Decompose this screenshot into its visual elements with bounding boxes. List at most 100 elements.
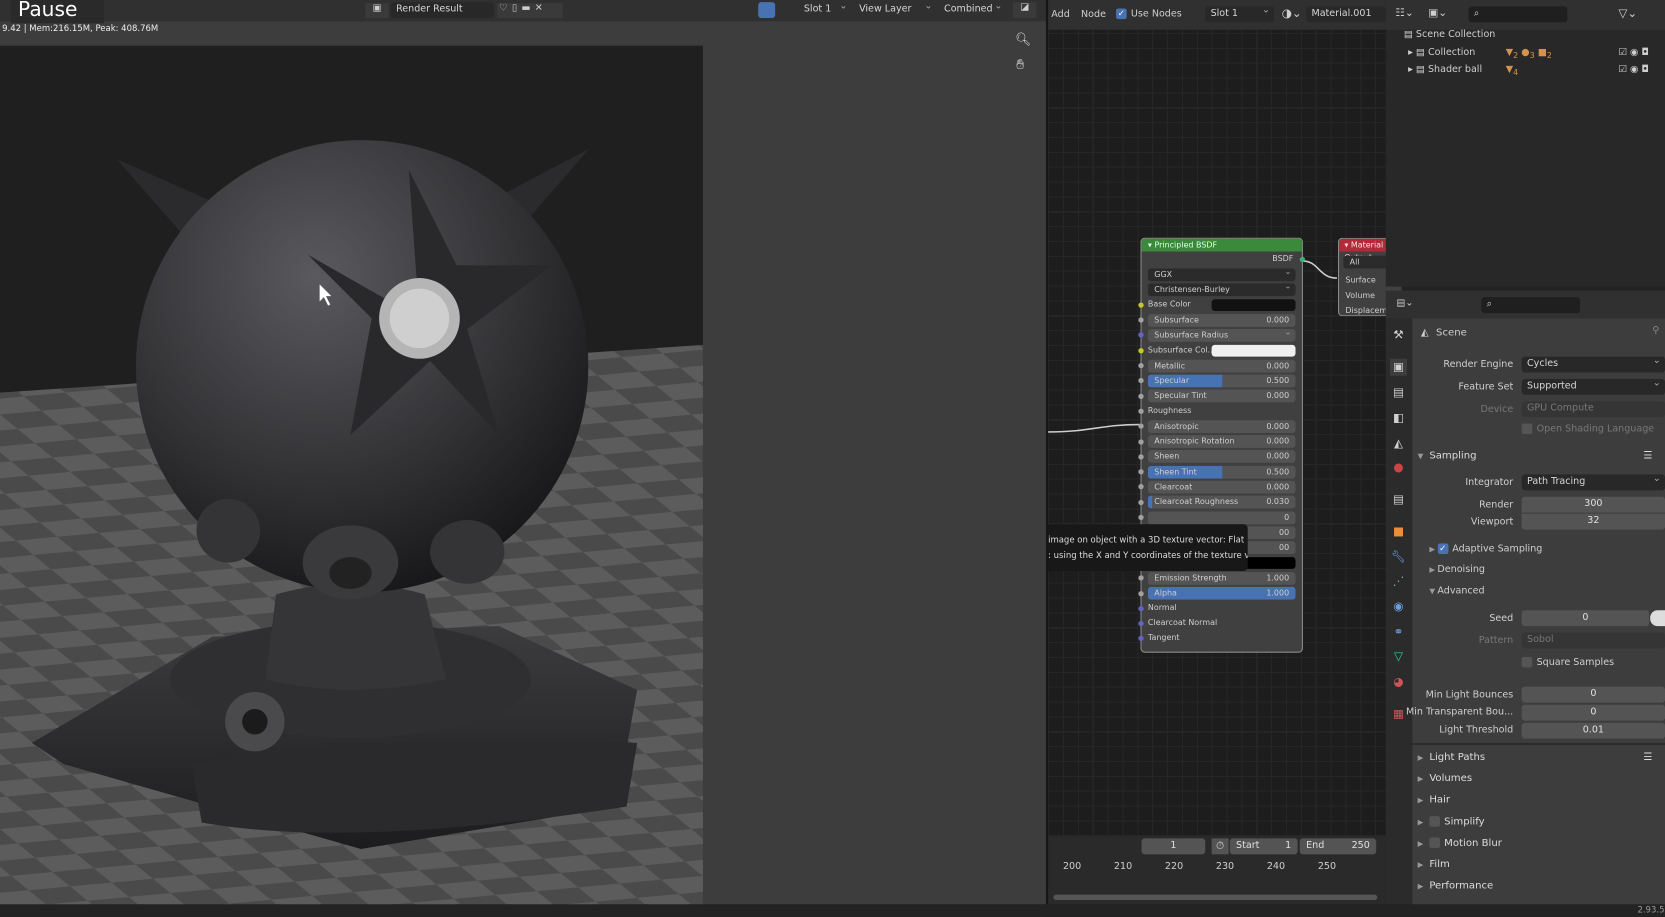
pin-icon[interactable]: ⚲	[1652, 326, 1659, 337]
node-input-row[interactable]: Sheen 0.000	[1138, 449, 1302, 464]
tool-tab-icon[interactable]: ⚒	[1390, 327, 1407, 344]
input-slider[interactable]: Specular Tint 0.000	[1147, 389, 1296, 403]
node-input-row[interactable]: Specular Tint 0.000	[1138, 388, 1302, 403]
input-slider[interactable]: Specular 0.500	[1147, 374, 1296, 388]
node-input-row[interactable]: Clearcoat 0.000	[1138, 479, 1302, 494]
input-slider[interactable]: Sheen 0.000	[1147, 450, 1296, 464]
input-socket[interactable]	[1138, 484, 1144, 490]
texture-tab-icon[interactable]: ▦	[1390, 706, 1407, 723]
subpanel-adaptive-sampling[interactable]: ▶ ✓ Adaptive Sampling	[1429, 543, 1542, 555]
zoom-icon[interactable]: 🔍︎	[1015, 32, 1031, 47]
menu-node[interactable]: Node	[1081, 10, 1106, 21]
animate-seed-icon[interactable]	[1650, 610, 1665, 627]
timeline-scrollbar[interactable]	[1053, 894, 1378, 900]
input-slider[interactable]: 0	[1147, 511, 1296, 524]
node-input-row[interactable]: Anisotropic Rotation 0.000	[1138, 434, 1302, 449]
image-actions[interactable]: ♡▯▬✕	[496, 3, 563, 19]
pan-hand-icon[interactable]: ✋︎	[1016, 57, 1024, 73]
node-slot-select[interactable]: Slot 1	[1205, 3, 1275, 23]
input-socket[interactable]	[1138, 347, 1144, 354]
physics-tab-icon[interactable]: ◉	[1390, 599, 1407, 616]
input-slider[interactable]: Anisotropic 0.000	[1147, 420, 1296, 433]
render-samples-field[interactable]: 300	[1521, 496, 1665, 513]
square-samples-checkbox[interactable]: Square Samples	[1521, 656, 1614, 668]
slot-select[interactable]: Slot 1	[798, 0, 852, 19]
input-slider[interactable]: Anisotropic Rotation 0.000	[1147, 435, 1296, 448]
pass-select[interactable]: Combined	[938, 0, 1007, 19]
input-slider[interactable]: Subsurface 0.000	[1147, 313, 1296, 327]
integrator-select[interactable]: Path Tracing	[1521, 471, 1665, 491]
feature-set-select[interactable]: Supported	[1521, 376, 1665, 395]
subpanel-advanced[interactable]: ▼ Advanced	[1429, 586, 1484, 597]
principled-bsdf-node[interactable]: ▾ Principled BSDF BSDF GGX Christensen-B…	[1138, 237, 1306, 653]
input-socket[interactable]	[1138, 514, 1144, 521]
world-tab-icon[interactable]: ●	[1390, 460, 1407, 477]
subpanel-denoising[interactable]: ▶ Denoising	[1429, 565, 1485, 576]
start-frame-field[interactable]: Start 1	[1229, 838, 1298, 855]
input-socket[interactable]	[1138, 605, 1144, 612]
subsurface-method-select[interactable]: Christensen-Burley	[1147, 283, 1296, 297]
properties-search[interactable]: ⌕	[1481, 297, 1581, 314]
filter-icon[interactable]: ▽⌄	[1618, 6, 1637, 20]
node-input-row[interactable]: Specular 0.500	[1138, 373, 1302, 388]
modifier-tab-icon[interactable]: 🔧︎	[1390, 549, 1407, 566]
panel-hair[interactable]: ▶ Hair	[1412, 790, 1665, 811]
use-nodes-checkbox[interactable]: ✓ Use Nodes	[1116, 8, 1182, 20]
panel-sampling[interactable]: ▼ Sampling ☰	[1412, 446, 1665, 467]
input-slider[interactable]: Emission Strength 1.000	[1147, 571, 1296, 585]
view-layer-select[interactable]: View Layer	[853, 0, 937, 19]
constraints-tab-icon[interactable]: ⚭	[1390, 624, 1407, 641]
auto-keying-icon[interactable]: ⏱	[1211, 838, 1229, 855]
node-input-row[interactable]: Subsurface Radius	[1138, 327, 1302, 342]
menu-add[interactable]: Add	[1051, 10, 1070, 21]
node-input-row[interactable]: Subsurface Col...	[1138, 343, 1302, 358]
scene-collection-row[interactable]: ▤ Scene Collection	[1404, 30, 1496, 41]
image-name-field[interactable]: Render Result	[390, 2, 494, 19]
outliner-item-shader-ball[interactable]: ▸ ▤ Shader ball ▼4 ☑ ◉ ◘	[1408, 65, 1663, 78]
panel-checkbox[interactable]	[1429, 816, 1440, 827]
output-socket[interactable]	[1299, 256, 1306, 263]
input-socket[interactable]	[1138, 499, 1144, 505]
display-mode-icon[interactable]: ☷⌄	[1395, 7, 1413, 19]
input-socket[interactable]	[1138, 378, 1144, 384]
editor-type-icon[interactable]: ▤⌄	[1396, 298, 1413, 309]
panel-performance[interactable]: ▶ Performance	[1412, 876, 1665, 897]
input-socket[interactable]	[1138, 590, 1144, 596]
input-socket[interactable]	[1138, 423, 1144, 430]
min-light-bounces-field[interactable]: 0	[1521, 686, 1665, 703]
node-input-row[interactable]: Sheen Tint 0.500	[1138, 464, 1302, 479]
data-tab-icon[interactable]: ▽	[1390, 648, 1407, 665]
viewport-samples-field[interactable]: 32	[1521, 513, 1665, 530]
node-header[interactable]: ▾ Principled BSDF	[1141, 238, 1302, 252]
panel-volumes[interactable]: ▶ Volumes	[1412, 769, 1665, 790]
input-socket[interactable]	[1138, 393, 1144, 399]
material-tab-icon[interactable]: ◕	[1390, 674, 1407, 691]
view-layer-tab-icon[interactable]: ◧	[1390, 410, 1407, 427]
visibility-icons[interactable]: ☑ ◉ ◘	[1618, 65, 1649, 76]
input-slider[interactable]: Clearcoat Roughness 0.030	[1147, 495, 1296, 509]
panel-simplify[interactable]: ▶ Simplify	[1412, 811, 1665, 832]
node-input-row[interactable]: Subsurface 0.000	[1138, 312, 1302, 327]
outliner-item-collection[interactable]: ▸ ▤ Collection ▼2 ●3 ■2 ☑ ◉ ◘	[1408, 48, 1663, 61]
object-tab-icon[interactable]: ■	[1390, 523, 1407, 540]
input-slider[interactable]: Sheen Tint 0.500	[1147, 465, 1296, 479]
input-socket[interactable]	[1138, 408, 1144, 414]
material-name-field[interactable]: Material.001	[1306, 6, 1386, 23]
node-input-row[interactable]: Base Color	[1138, 297, 1302, 312]
current-frame-field[interactable]: 1	[1141, 838, 1206, 855]
color-swatch[interactable]	[1211, 344, 1296, 357]
render-engine-select[interactable]: Cycles	[1521, 353, 1665, 373]
input-socket[interactable]	[1138, 575, 1144, 581]
render-tab-icon[interactable]: ▣	[1390, 358, 1408, 376]
input-socket[interactable]	[1138, 620, 1144, 627]
visibility-icons[interactable]: ☑ ◉ ◘	[1618, 48, 1649, 59]
node-input-row[interactable]: 0	[1138, 509, 1302, 524]
node-input-row[interactable]: Alpha 1.000	[1138, 585, 1302, 600]
panel-motion-blur[interactable]: ▶ Motion Blur	[1412, 833, 1665, 854]
node-input-row[interactable]: Tangent	[1138, 631, 1302, 646]
input-slider[interactable]: Metallic 0.000	[1147, 359, 1296, 373]
collection-tab-icon[interactable]: ▤	[1390, 491, 1407, 508]
scene-tab-icon[interactable]: ◭	[1390, 435, 1407, 452]
input-socket[interactable]	[1138, 454, 1144, 460]
outliner-search[interactable]: ⌕	[1468, 6, 1568, 23]
